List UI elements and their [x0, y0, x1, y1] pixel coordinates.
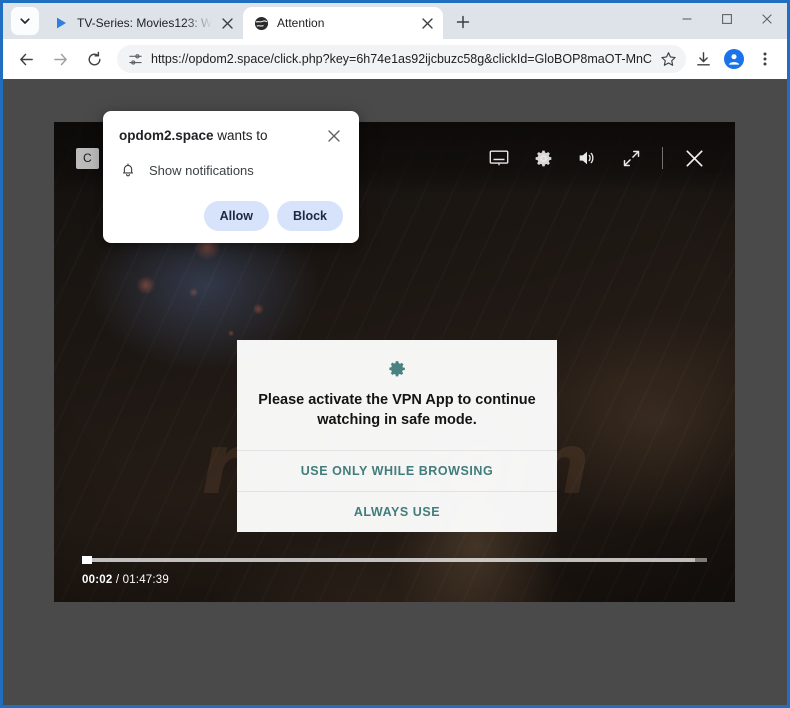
- tab-title: Attention: [277, 16, 325, 30]
- reload-button[interactable]: [79, 44, 109, 74]
- block-button[interactable]: Block: [276, 201, 343, 231]
- vpn-message-prefix: Please activate the: [258, 392, 393, 408]
- vpn-message-highlight: VPN App: [392, 392, 454, 408]
- progress-buffer: [82, 558, 695, 562]
- arrow-right-icon: [52, 51, 69, 68]
- bell-icon: [119, 161, 137, 179]
- maximize-icon: [721, 13, 733, 25]
- tab-attention[interactable]: Attention: [243, 7, 443, 39]
- settings-gear-icon: [257, 358, 537, 380]
- tab-close-button[interactable]: [219, 15, 235, 31]
- browser-toolbar: https://opdom2.space/click.php?key=6h74e…: [3, 39, 787, 79]
- browser-menu-button[interactable]: [751, 45, 779, 73]
- window-minimize-button[interactable]: [667, 3, 707, 35]
- toolbar-right-actions: [686, 45, 779, 73]
- tab-title: TV-Series: Movies123: Watch Tv: [77, 16, 215, 30]
- play-triangle-icon: [53, 15, 69, 31]
- globe-icon: [253, 15, 269, 31]
- window-maximize-button[interactable]: [707, 3, 747, 35]
- close-icon[interactable]: [681, 145, 707, 171]
- tab-tv-series[interactable]: TV-Series: Movies123: Watch Tv: [43, 7, 243, 39]
- back-button[interactable]: [11, 44, 41, 74]
- permission-title-suffix: wants to: [213, 128, 268, 143]
- total-time: 01:47:39: [122, 574, 169, 586]
- arrow-left-icon: [18, 51, 35, 68]
- player-control-divider: [662, 147, 663, 169]
- player-control-group: [486, 145, 707, 171]
- use-only-while-browsing-button[interactable]: USE ONLY WHILE BROWSING: [237, 450, 557, 491]
- star-icon[interactable]: [658, 49, 678, 69]
- downloads-button[interactable]: [689, 45, 717, 73]
- reload-icon: [86, 51, 103, 68]
- settings-gear-icon[interactable]: [530, 145, 556, 171]
- tab-close-button[interactable]: [419, 15, 435, 31]
- player-quality-badge[interactable]: C: [76, 147, 99, 169]
- permission-title: opdom2.space wants to: [119, 127, 317, 145]
- time-separator: /: [112, 574, 123, 586]
- screenshot-root: TV-Series: Movies123: Watch Tv Attention: [0, 0, 790, 708]
- vpn-activation-dialog: Please activate the VPN App to continue …: [237, 340, 557, 532]
- omnibox[interactable]: https://opdom2.space/click.php?key=6h74e…: [117, 45, 686, 73]
- window-close-button[interactable]: [747, 3, 787, 35]
- profile-button[interactable]: [720, 45, 748, 73]
- fullscreen-icon[interactable]: [618, 145, 644, 171]
- browser-window: TV-Series: Movies123: Watch Tv Attention: [3, 3, 787, 705]
- progress-bar[interactable]: [82, 556, 707, 564]
- permission-origin: opdom2.space: [119, 128, 214, 143]
- url-text[interactable]: https://opdom2.space/click.php?key=6h74e…: [151, 51, 652, 67]
- page-viewport: risk.com C: [3, 79, 787, 705]
- time-display: 00:02 / 01:47:39: [82, 574, 707, 586]
- permission-request-row: Show notifications: [119, 161, 343, 179]
- vpn-dialog-message: Please activate the VPN App to continue …: [257, 390, 537, 430]
- volume-icon[interactable]: [574, 145, 600, 171]
- tune-icon[interactable]: [127, 51, 143, 67]
- chevron-down-icon: [19, 15, 31, 27]
- allow-button[interactable]: Allow: [203, 201, 269, 231]
- forward-button[interactable]: [45, 44, 75, 74]
- vpn-dialog-header: Please activate the VPN App to continue …: [237, 340, 557, 450]
- three-dot-menu-icon: [757, 51, 773, 67]
- account-avatar-icon: [724, 49, 744, 69]
- current-time: 00:02: [82, 574, 113, 586]
- permission-title-row: opdom2.space wants to: [119, 127, 343, 145]
- window-controls: [667, 3, 787, 39]
- always-use-button[interactable]: ALWAYS USE: [237, 491, 557, 532]
- tab-strip: TV-Series: Movies123: Watch Tv Attention: [3, 3, 787, 39]
- tab-search-button[interactable]: [11, 7, 39, 35]
- minimize-icon: [681, 13, 693, 25]
- permission-request-label: Show notifications: [149, 162, 254, 178]
- notification-permission-bubble: opdom2.space wants to Show notifications…: [103, 111, 359, 243]
- permission-actions: Allow Block: [119, 201, 343, 231]
- download-icon: [695, 51, 712, 68]
- progress-handle[interactable]: [82, 556, 92, 564]
- new-tab-button[interactable]: [449, 8, 477, 36]
- subtitles-icon[interactable]: [486, 145, 512, 171]
- close-icon: [761, 13, 773, 25]
- plus-icon: [456, 15, 470, 29]
- player-bottom-bar: 00:02 / 01:47:39: [54, 556, 735, 602]
- permission-close-button[interactable]: [325, 127, 343, 145]
